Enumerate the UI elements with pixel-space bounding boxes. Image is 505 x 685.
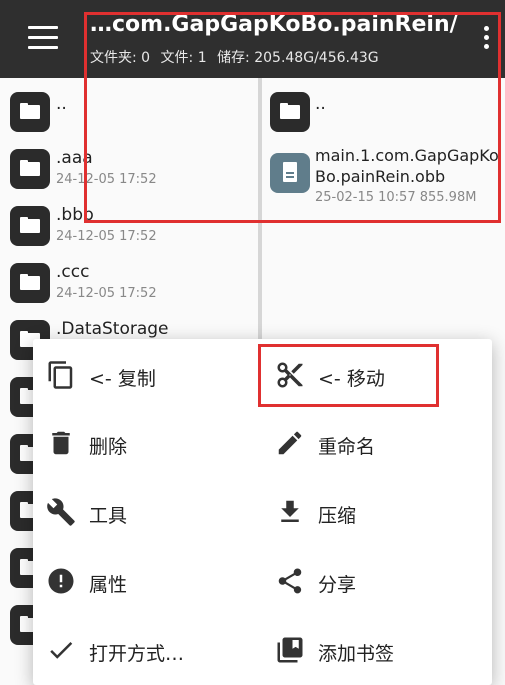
list-item[interactable]: .ccc 24-12-05 17:52 — [0, 253, 258, 310]
folder-icon — [10, 92, 50, 132]
menu-item-move[interactable]: <- 移动 — [262, 344, 488, 404]
menu-item-label: 添加书签 — [318, 643, 395, 665]
item-name: .aaa — [56, 148, 93, 168]
list-item[interactable]: .bbb 24-12-05 17:52 — [0, 196, 258, 253]
menu-item-copy[interactable]: <- 复制 — [33, 344, 259, 404]
menu-item-add-bookmark[interactable]: 添加书签 — [262, 619, 488, 679]
item-name: .bbb — [56, 205, 94, 225]
item-name: .DataStorage — [56, 319, 169, 339]
menu-item-label: 重命名 — [318, 436, 376, 458]
item-name: .. — [315, 94, 326, 114]
list-item[interactable]: main.1.com.GapGapKoBo.painRein.obb 25-02… — [262, 139, 505, 209]
folder-icon — [10, 206, 50, 246]
menu-item-share[interactable]: 分享 — [262, 550, 488, 610]
menu-item-label: <- 移动 — [318, 368, 385, 390]
item-name: .. — [56, 94, 67, 114]
folder-icon — [10, 149, 50, 189]
item-name: .ccc — [56, 262, 90, 282]
info-icon — [46, 566, 76, 596]
menu-item-label: <- 复制 — [89, 368, 156, 390]
folder-icon — [10, 263, 50, 303]
menu-item-delete[interactable]: 删除 — [33, 412, 259, 472]
file-count: 文件: 1 — [160, 50, 207, 66]
menu-item-label: 分享 — [318, 574, 357, 596]
menu-item-label: 压缩 — [318, 505, 357, 527]
list-item[interactable]: .aaa 24-12-05 17:52 — [0, 139, 258, 196]
file-icon — [270, 153, 310, 193]
bookmark-icon — [275, 635, 305, 665]
item-date: 24-12-05 17:52 — [56, 286, 157, 301]
share-icon — [275, 566, 305, 596]
wrench-icon — [46, 497, 76, 527]
item-date: 24-12-05 17:52 — [56, 229, 157, 244]
more-vert-icon[interactable] — [480, 26, 492, 52]
item-date: 24-12-05 17:52 — [56, 172, 157, 187]
path-stats: 文件夹: 0 文件: 1 储存: 205.48G/456.43G — [90, 47, 385, 67]
current-path: …com.GapGapKoBo.painRein/ — [90, 12, 458, 37]
list-item[interactable]: .. — [0, 82, 258, 139]
trash-icon — [46, 428, 76, 458]
copy-icon — [46, 360, 76, 390]
menu-item-label: 删除 — [89, 436, 128, 458]
app-bar: …com.GapGapKoBo.painRein/ 文件夹: 0 文件: 1 储… — [0, 0, 505, 78]
pencil-icon — [275, 428, 305, 458]
folder-icon — [270, 92, 310, 132]
download-icon — [275, 497, 305, 527]
hamburger-icon[interactable] — [28, 26, 58, 50]
folder-count: 文件夹: 0 — [90, 50, 151, 66]
menu-item-tools[interactable]: 工具 — [33, 481, 259, 541]
menu-item-rename[interactable]: 重命名 — [262, 412, 488, 472]
menu-item-label: 属性 — [89, 574, 128, 596]
storage-info: 储存: 205.48G/456.43G — [217, 50, 379, 66]
menu-item-open-with[interactable]: 打开方式… — [33, 619, 259, 679]
menu-item-label: 工具 — [89, 505, 128, 527]
menu-item-compress[interactable]: 压缩 — [262, 481, 488, 541]
context-menu: <- 复制 <- 移动 删除 重命名 工具 压缩 属性 分享 打开方式… 添加书… — [33, 339, 492, 685]
menu-item-label: 打开方式… — [89, 643, 185, 665]
scissors-icon — [275, 360, 305, 390]
item-name: main.1.com.GapGapKoBo.painRein.obb — [315, 146, 499, 186]
item-meta: 25-02-15 10:57 855.98M — [315, 190, 477, 205]
menu-item-properties[interactable]: 属性 — [33, 550, 259, 610]
list-item[interactable]: .. — [262, 82, 505, 139]
check-icon — [46, 635, 76, 665]
